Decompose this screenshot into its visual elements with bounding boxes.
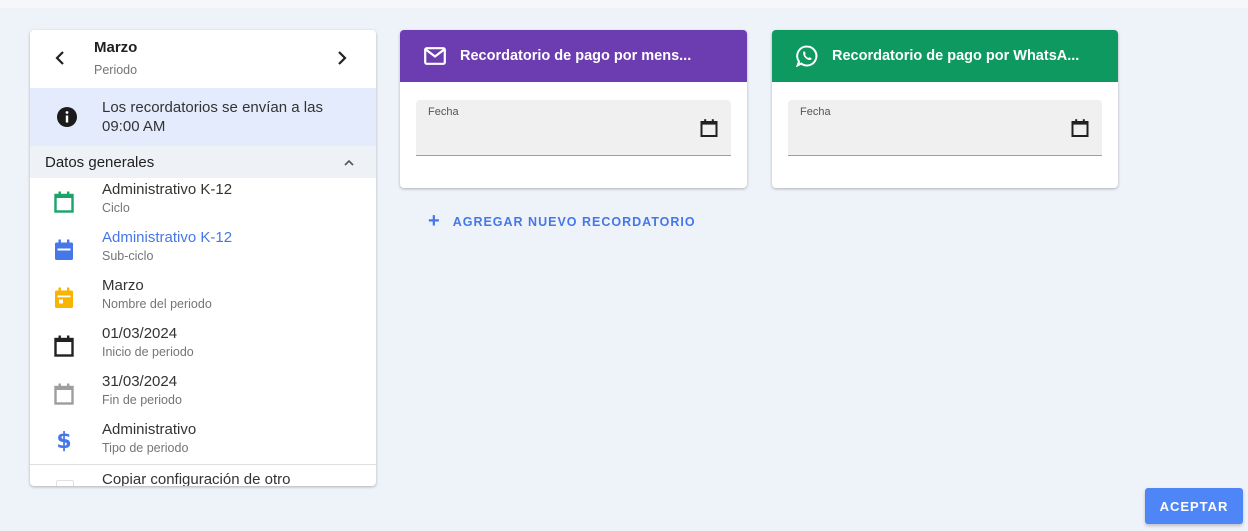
calendar-blank-icon bbox=[52, 190, 76, 214]
email-icon bbox=[424, 45, 446, 67]
accept-button[interactable]: ACEPTAR bbox=[1145, 488, 1243, 524]
reminder-card-title: Recordatorio de pago por WhatsA... bbox=[832, 48, 1080, 64]
info-banner: Los recordatorios se envían a las 09:00 … bbox=[30, 88, 376, 146]
item-fin-periodo: 31/03/2024 Fin de periodo bbox=[30, 370, 376, 418]
add-reminder-button[interactable]: + AGREGAR NUEVO RECORDATORIO bbox=[428, 208, 696, 236]
date-field-label: Fecha bbox=[800, 106, 831, 118]
item-secondary: Sub-ciclo bbox=[102, 249, 154, 263]
copy-config-checkbox[interactable] bbox=[56, 480, 74, 486]
item-nombre-periodo: Marzo Nombre del periodo bbox=[30, 274, 376, 322]
item-secondary: Fin de periodo bbox=[102, 393, 182, 407]
item-ciclo: Administrativo K-12 Ciclo bbox=[30, 178, 376, 226]
add-reminder-label: AGREGAR NUEVO RECORDATORIO bbox=[452, 215, 696, 229]
info-icon bbox=[30, 107, 102, 127]
info-text: Los recordatorios se envían a las 09:00 … bbox=[102, 99, 323, 135]
copy-config-row: Copiar configuración de otro periodo bbox=[30, 465, 376, 486]
item-secondary: Ciclo bbox=[102, 201, 130, 215]
copy-config-label[interactable]: Copiar configuración de otro periodo bbox=[102, 470, 342, 486]
period-navigation: Marzo Periodo bbox=[30, 30, 376, 86]
chevron-left-icon[interactable] bbox=[46, 44, 74, 72]
reminder-card-header: Recordatorio de pago por mens... bbox=[400, 30, 747, 82]
whatsapp-icon bbox=[796, 45, 818, 67]
calendar-icon[interactable] bbox=[699, 118, 719, 138]
item-secondary: Inicio de periodo bbox=[102, 345, 194, 359]
period-subtitle: Periodo bbox=[94, 63, 138, 77]
date-field[interactable]: Fecha bbox=[788, 100, 1102, 156]
item-tipo-periodo: $ Administrativo Tipo de periodo bbox=[30, 418, 376, 466]
item-inicio-periodo: 01/03/2024 Inicio de periodo bbox=[30, 322, 376, 370]
date-field-label: Fecha bbox=[428, 106, 459, 118]
reminder-card-title: Recordatorio de pago por mens... bbox=[460, 48, 692, 64]
chevron-up-icon bbox=[344, 153, 354, 171]
item-sub-ciclo: Administrativo K-12 Sub-ciclo bbox=[30, 226, 376, 274]
reminder-card-header: Recordatorio de pago por WhatsA... bbox=[772, 30, 1118, 82]
calendar-blank-icon bbox=[52, 334, 76, 358]
chevron-right-icon[interactable] bbox=[328, 44, 356, 72]
dollar-icon: $ bbox=[56, 429, 72, 454]
item-primary: Administrativo bbox=[102, 421, 197, 438]
item-primary: Marzo bbox=[102, 277, 144, 294]
item-primary: Administrativo K-12 bbox=[102, 181, 233, 198]
plus-icon: + bbox=[428, 209, 441, 232]
top-strip bbox=[0, 0, 1248, 8]
item-primary: 31/03/2024 bbox=[102, 373, 178, 390]
reminder-card-email: Recordatorio de pago por mens... Fecha bbox=[400, 30, 747, 188]
item-secondary: Tipo de periodo bbox=[102, 441, 189, 455]
reminder-card-whatsapp: Recordatorio de pago por WhatsA... Fecha bbox=[772, 30, 1118, 188]
item-primary: 01/03/2024 bbox=[102, 325, 178, 342]
section-datos-generales[interactable]: Datos generales bbox=[30, 146, 376, 178]
date-field[interactable]: Fecha bbox=[416, 100, 731, 156]
item-secondary: Nombre del periodo bbox=[102, 297, 212, 311]
calendar-icon bbox=[52, 238, 76, 262]
period-title: Marzo bbox=[94, 39, 138, 56]
section-label: Datos generales bbox=[45, 153, 155, 171]
calendar-blank-icon bbox=[52, 382, 76, 406]
calendar-icon[interactable] bbox=[1070, 118, 1090, 138]
calendar-today-icon bbox=[52, 286, 76, 310]
item-primary[interactable]: Administrativo K-12 bbox=[102, 229, 232, 246]
period-panel: Marzo Periodo Los recordatorios se envía… bbox=[30, 30, 376, 486]
